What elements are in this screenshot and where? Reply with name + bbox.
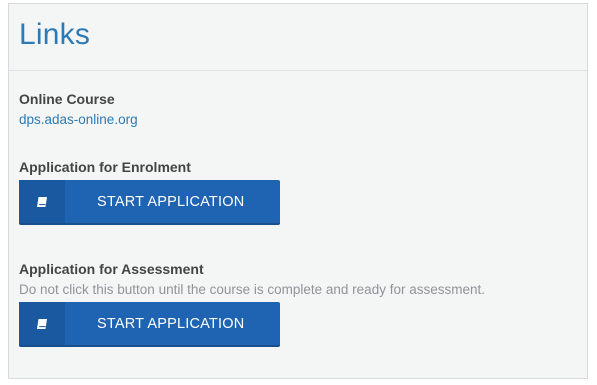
start-assessment-application-button[interactable]: START APPLICATION [19,302,280,347]
assessment-label: Application for Assessment [19,261,204,277]
start-enrolment-application-label: START APPLICATION [97,193,245,210]
online-course-section: Online Course dps.adas-online.org [19,91,587,129]
book-icon [19,180,65,223]
enrolment-section: Application for Enrolment START APPLICAT… [19,159,587,225]
assessment-note: Do not click this button until the cours… [19,282,485,297]
online-course-link[interactable]: dps.adas-online.org [19,112,138,127]
links-panel: Links Online Course dps.adas-online.org … [8,3,588,379]
assessment-section: Application for Assessment Do not click … [19,261,587,347]
start-enrolment-application-button[interactable]: START APPLICATION [19,180,280,225]
enrolment-label: Application for Enrolment [19,159,191,175]
links-content: Online Course dps.adas-online.org Applic… [9,91,587,347]
online-course-label: Online Course [19,91,115,107]
page-title: Links [19,18,91,51]
start-assessment-application-label: START APPLICATION [97,315,245,332]
book-icon [19,302,65,345]
title-divider [9,70,587,71]
